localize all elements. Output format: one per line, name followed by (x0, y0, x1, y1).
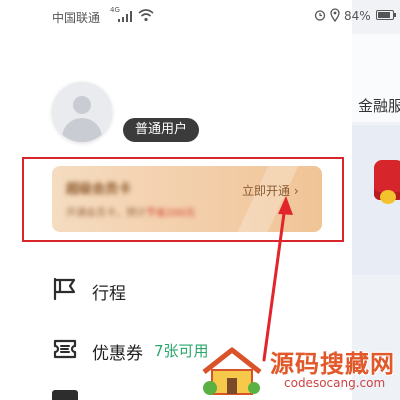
user-level-badge[interactable]: 普通用户 (123, 118, 200, 142)
battery-cap (394, 13, 396, 17)
finance-service-label[interactable]: 金融服 (358, 95, 400, 116)
watermark: 源码搜藏网 codesocang.com (200, 338, 400, 400)
red-envelope-icon[interactable] (374, 160, 400, 204)
avatar-body-shape (62, 118, 102, 142)
alarm-icon (314, 10, 326, 21)
flag-icon (53, 277, 76, 301)
battery-percent: 84% (344, 9, 371, 23)
battery-fill (378, 12, 390, 18)
highlight-frame (22, 157, 344, 242)
menu-item-partial[interactable] (52, 390, 78, 400)
house-logo-icon (202, 347, 262, 395)
wifi-icon (138, 9, 154, 22)
menu-item-label: 优惠券 (92, 344, 143, 364)
menu-item-label: 行程 (92, 284, 126, 304)
signal-icon (118, 10, 134, 22)
watermark-url: codesocang.com (284, 376, 386, 390)
avatar-head-shape (73, 96, 91, 114)
battery-icon (376, 10, 396, 20)
watermark-title: 源码搜藏网 (270, 350, 395, 378)
status-bar: 中国联通 4G 84% (0, 0, 400, 32)
coupon-icon (53, 339, 77, 359)
location-icon (330, 8, 340, 22)
carrier-name: 中国联通 (52, 11, 101, 25)
avatar[interactable] (52, 82, 112, 142)
